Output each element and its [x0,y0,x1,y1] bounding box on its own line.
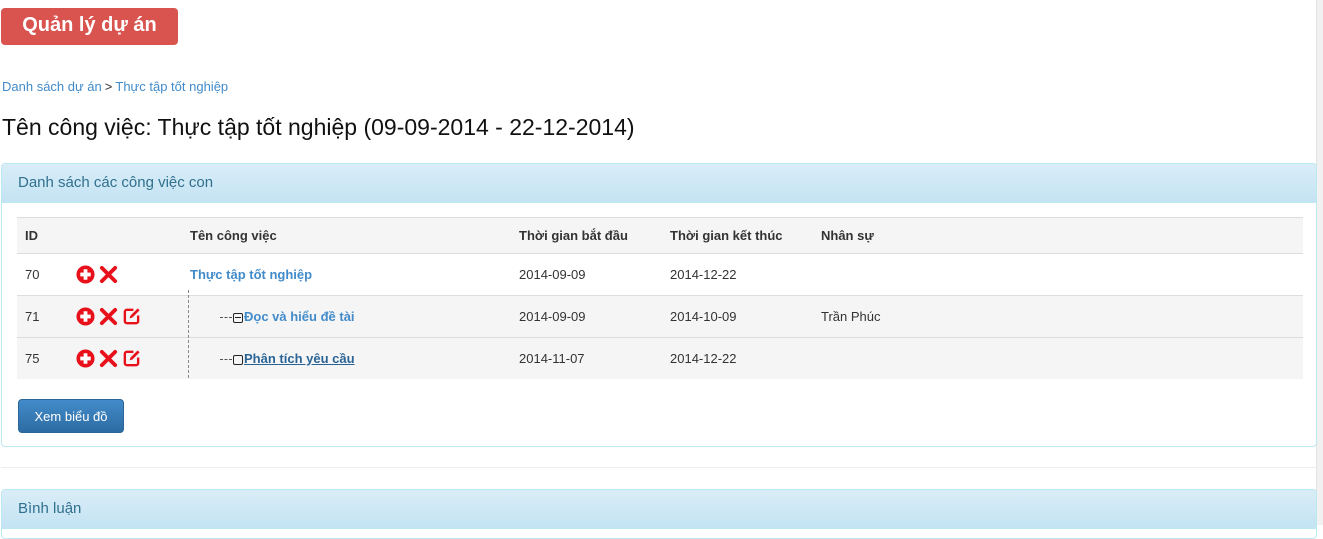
row-task-name: Phân tích yêu cầu [182,337,511,379]
delete-icon[interactable] [99,307,118,326]
table-row: 71 Đọc và hiểu đề tài 2014-09-09 2014-10… [17,295,1303,338]
scrollbar[interactable] [1316,0,1323,525]
subtasks-table: ID Tên công việc Thời gian bắt đầu Thời … [17,217,1303,379]
view-chart-button[interactable]: Xem biểu đồ [18,399,124,433]
column-header-staff: Nhân sự [813,217,1303,254]
column-header-end: Thời gian kết thúc [662,217,813,254]
row-id: 71 [17,295,68,338]
breadcrumb-project-list[interactable]: Danh sách dự án [2,79,102,94]
row-end: 2014-12-22 [662,253,813,296]
task-link[interactable]: Thực tập tốt nghiệp [190,267,312,282]
row-staff: Trần Phúc [813,295,1303,338]
row-actions [68,253,182,296]
row-id: 70 [17,253,68,296]
row-task-name: Đọc và hiểu đề tài [182,295,511,338]
row-id: 75 [17,337,68,379]
add-subtask-icon[interactable] [76,265,95,284]
collapse-icon[interactable] [233,312,243,323]
subtasks-panel-heading: Danh sách các công việc con [2,164,1316,203]
leaf-node-icon [233,354,243,365]
section-divider [1,467,1317,468]
delete-icon[interactable] [99,265,118,284]
column-header-id: ID [17,217,68,254]
delete-icon[interactable] [99,349,118,368]
table-row: 70 Thực tập tốt nghiệp 2014-09-09 2014-1… [17,253,1303,296]
add-subtask-icon[interactable] [76,307,95,326]
comments-panel: Bình luận [1,489,1317,539]
table-row: 75 Phân tích yêu cầu 2014-11-07 2014-12-… [17,337,1303,379]
row-start: 2014-11-07 [511,337,662,379]
row-start: 2014-09-09 [511,253,662,296]
edit-icon[interactable] [122,307,141,326]
breadcrumb-current-project[interactable]: Thực tập tốt nghiệp [115,79,228,94]
tree-connector [220,317,232,319]
app-brand[interactable]: Quản lý dự án [1,8,178,45]
row-end: 2014-12-22 [662,337,813,379]
tree-connector [220,359,232,361]
row-actions [68,295,182,338]
row-actions [68,337,182,379]
row-start: 2014-09-09 [511,295,662,338]
task-link[interactable]: Đọc và hiểu đề tài [244,309,355,324]
task-link[interactable]: Phân tích yêu cầu [244,351,355,366]
page-title: Tên công việc: Thực tập tốt nghiệp (09-0… [2,114,635,140]
add-subtask-icon[interactable] [76,349,95,368]
column-header-task-name: Tên công việc [182,217,511,254]
row-task-name: Thực tập tốt nghiệp [182,253,511,296]
row-staff [813,253,1303,296]
comments-panel-heading: Bình luận [2,490,1316,529]
breadcrumb: Danh sách dự án > Thực tập tốt nghiệp [2,79,228,94]
edit-icon[interactable] [122,349,141,368]
row-end: 2014-10-09 [662,295,813,338]
breadcrumb-separator: > [104,79,113,94]
table-header-row: ID Tên công việc Thời gian bắt đầu Thời … [17,217,1303,254]
tree-vertical-guide [188,290,189,378]
column-header-start: Thời gian bắt đầu [511,217,662,254]
row-staff [813,337,1303,379]
column-header-actions [68,217,182,254]
subtasks-panel: Danh sách các công việc con ID Tên công … [1,163,1317,447]
